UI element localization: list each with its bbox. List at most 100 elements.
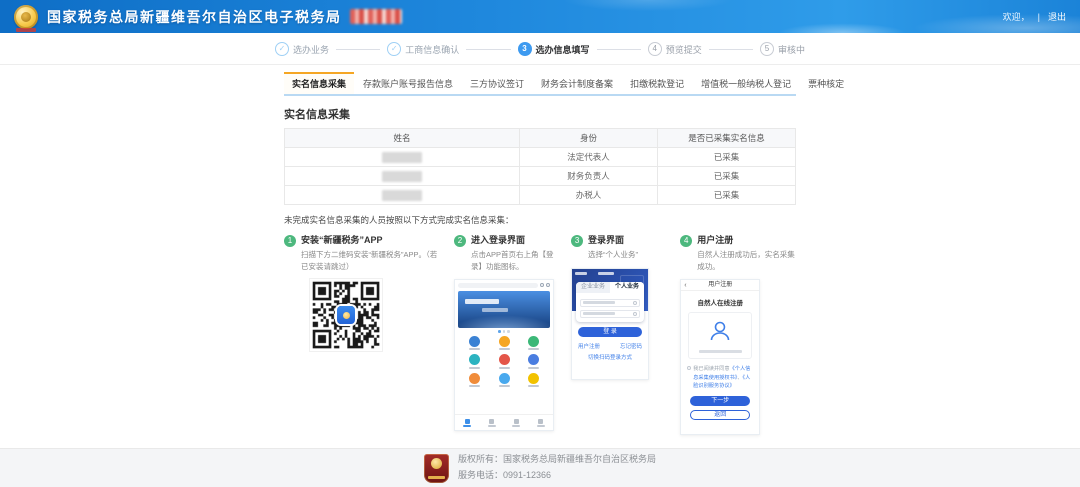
app-grid-item: [519, 336, 548, 351]
progress-step-label: 预览提交: [666, 43, 702, 56]
tab-invoice-type-approval[interactable]: 票种核定: [800, 72, 852, 94]
hotline-line: 服务电话：0991-12366: [458, 468, 656, 484]
step-number-badge: 3: [571, 235, 583, 247]
col-header-status: 是否已采集实名信息: [658, 129, 796, 148]
search-bar-placeholder: [458, 283, 538, 288]
guide-step-desc: 选择“个人业务”: [588, 249, 665, 261]
progress-step-label: 选办信息填写: [536, 43, 590, 56]
cell-name: [285, 186, 520, 205]
cell-identity: 法定代表人: [520, 148, 658, 167]
progress-step-1: ✓ 选办业务: [275, 42, 329, 56]
nav-item: [504, 419, 529, 427]
app-guide: 1 安装“新疆税务”APP 扫描下方二维码安装“新疆税务”APP。（若已安装请跳…: [284, 234, 796, 435]
step-number-badge: 2: [454, 235, 466, 247]
tax-emblem-logo-icon: [14, 5, 38, 29]
tab-personal-business: 个人业务: [610, 282, 644, 293]
next-button-image: 下一步: [690, 396, 750, 406]
logout-link[interactable]: 退出: [1048, 10, 1066, 23]
progress-connector: [336, 49, 380, 50]
guide-step-head: 2 进入登录界面: [454, 234, 556, 247]
password-field: [580, 310, 640, 318]
guide-step-register: 4 用户注册 自然人注册成功后，实名采集成功。 ‹ 用户注册 自然人在线注册: [680, 234, 796, 435]
main-content: ✓ 选办业务 ✓ 工商信息确认 3 选办信息填写 4 预览提交: [0, 33, 1080, 448]
switch-scan-login-link-image: 切换扫码登录方式: [572, 353, 648, 361]
app-grid-item: [489, 336, 518, 351]
app-topbar: [455, 280, 553, 290]
guide-step-title: 进入登录界面: [471, 234, 525, 247]
step-number: 5: [760, 42, 774, 56]
title-text-placeholder: [598, 272, 614, 275]
logo-caption-redacted: [16, 28, 36, 32]
app-grid-item: [489, 354, 518, 369]
register-header-title: 用户注册: [708, 282, 732, 288]
cell-identity: 办税人: [520, 186, 658, 205]
realname-section: 实名信息采集 姓名 身份 是否已采集实名信息 法定代表人 已采集: [284, 106, 796, 448]
tab-accounting-system-filing[interactable]: 财务会计制度备案: [533, 72, 621, 94]
col-header-identity: 身份: [520, 129, 658, 148]
redacted-header-block: [350, 9, 402, 24]
page: 国家税务总局新疆维吾尔自治区电子税务局 欢迎， | 退出 ✓ 选办业务 ✓ 工商…: [0, 0, 1080, 487]
table-row: 财务负责人 已采集: [285, 167, 796, 186]
copyright-line: 版权所有：国家税务总局新疆维吾尔自治区税务局: [458, 452, 656, 468]
agree-prefix: 我已阅读并同意: [693, 366, 729, 372]
app-home-screenshot: [454, 279, 554, 431]
tab-realname-collection[interactable]: 实名信息采集: [284, 72, 354, 94]
nav-item-home: [455, 419, 480, 427]
back-text-placeholder: [575, 272, 587, 275]
tab-vat-general-taxpayer[interactable]: 增值税一般纳税人登记: [693, 72, 799, 94]
checkbox-icon: [687, 366, 691, 370]
tax-bureau-emblem-icon: [424, 454, 449, 483]
progress-step-label: 工商信息确认: [405, 43, 459, 56]
agreement-text: 我已阅读并同意《个人信息采集使用授权书》、《人脸识别服务协议》: [687, 365, 753, 392]
app-header: 国家税务总局新疆维吾尔自治区电子税务局 欢迎， | 退出: [0, 0, 1080, 33]
tab-withholding-registration[interactable]: 扣缴税款登记: [622, 72, 692, 94]
cell-identity: 财务负责人: [520, 167, 658, 186]
guide-step-login: 3 登录界面 选择“个人业务” 企业业务 个人业务: [571, 234, 665, 380]
guide-step-title: 安装“新疆税务”APP: [301, 234, 383, 247]
nav-item: [529, 419, 554, 427]
header-divider: |: [1038, 12, 1040, 22]
site-title: 国家税务总局新疆维吾尔自治区电子税务局: [47, 7, 342, 27]
collection-instruction: 未完成实名信息采集的人员按照以下方式完成实名信息采集：: [284, 214, 796, 226]
app-logo-icon: [337, 306, 355, 324]
progress-steps: ✓ 选办业务 ✓ 工商信息确认 3 选办信息填写 4 预览提交: [275, 33, 805, 64]
login-card: 企业业务 个人业务: [576, 282, 644, 322]
register-screen-screenshot: ‹ 用户注册 自然人在线注册: [680, 279, 760, 435]
return-button-image: 返回: [690, 410, 750, 420]
welcome-text: 欢迎，: [1003, 10, 1030, 23]
guide-step-title: 登录界面: [588, 234, 624, 247]
redacted-name: [382, 190, 422, 201]
cell-name: [285, 167, 520, 186]
banner-text-placeholder: [482, 308, 508, 312]
cell-status: 已采集: [658, 167, 796, 186]
qr-code-image: [310, 279, 382, 351]
register-header: ‹ 用户注册: [681, 280, 759, 291]
progress-step-label: 选办业务: [293, 43, 329, 56]
table-header-row: 姓名 身份 是否已采集实名信息: [285, 129, 796, 148]
login-button-image: 登 录: [578, 327, 642, 337]
redacted-name: [382, 171, 422, 182]
progress-step-3-active: 3 选办信息填写: [518, 42, 590, 56]
cell-name: [285, 148, 520, 167]
app-grid-item: [460, 373, 489, 388]
cell-status: 已采集: [658, 148, 796, 167]
guide-step-desc: 点击APP首页右上角【登录】功能图标。: [471, 249, 556, 272]
scan-icon: [540, 283, 544, 287]
carousel-dots: [455, 330, 553, 333]
guide-step-head: 4 用户注册: [680, 234, 796, 247]
face-verify-card: [688, 312, 752, 359]
check-icon: ✓: [275, 42, 289, 56]
col-header-name: 姓名: [285, 129, 520, 148]
step-number: 3: [518, 42, 532, 56]
plus-icon: [546, 283, 550, 287]
progress-step-label: 审核中: [778, 43, 805, 56]
back-arrow-icon: ‹: [684, 280, 686, 291]
login-screen-screenshot: 企业业务 个人业务 登 录 用户注册 忘记密码: [571, 268, 649, 380]
progress-step-2: ✓ 工商信息确认: [387, 42, 459, 56]
tab-deposit-account-report[interactable]: 存款账户账号报告信息: [355, 72, 461, 94]
guide-step-desc: 扫描下方二维码安装“新疆税务”APP。（若已安装请跳过）: [301, 249, 439, 272]
section-title: 实名信息采集: [284, 106, 796, 122]
tab-tripartite-agreement[interactable]: 三方协议签订: [462, 72, 532, 94]
step-number-badge: 1: [284, 235, 296, 247]
progress-connector: [466, 49, 510, 50]
